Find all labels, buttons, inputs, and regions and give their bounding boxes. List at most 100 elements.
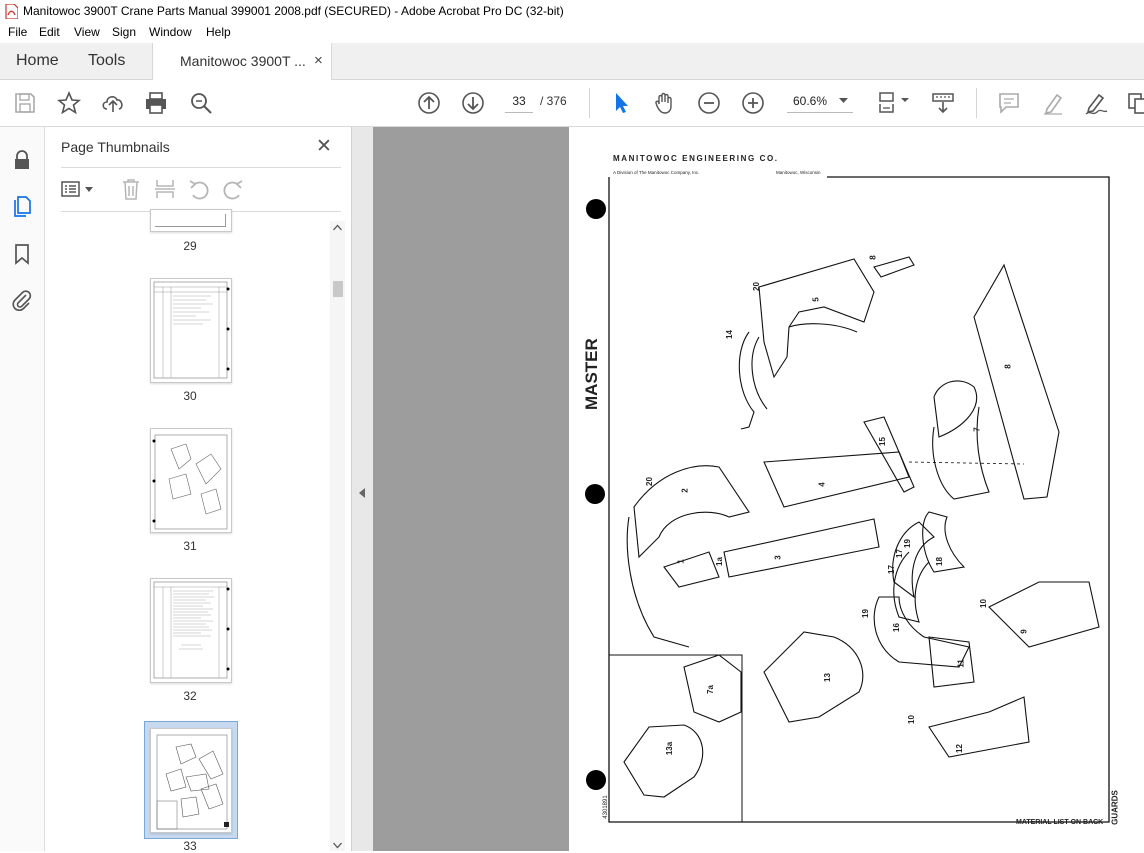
comment-icon[interactable] (996, 90, 1022, 116)
panel-title: Page Thumbnails (61, 139, 170, 155)
page-count: / 376 (540, 94, 567, 108)
document-header: MANITOWOC ENGINEERING CO. (613, 154, 779, 163)
toolbar-divider (976, 88, 977, 118)
part-number: 13a (665, 741, 675, 756)
part-number: 11 (956, 659, 966, 668)
print-icon[interactable] (143, 90, 169, 116)
prev-page-icon[interactable] (416, 90, 442, 116)
menu-window[interactable]: Window (149, 25, 192, 39)
master-label: MASTER (582, 338, 601, 410)
fit-page-icon[interactable] (876, 90, 912, 116)
part-number: 20 (751, 282, 761, 291)
collapse-panel-icon[interactable] (359, 488, 366, 498)
part-number: 13 (822, 673, 832, 682)
next-page-icon[interactable] (460, 90, 486, 116)
panel-divider (61, 167, 341, 168)
zoom-dropdown-icon[interactable] (839, 98, 848, 104)
scrollbar-thumb[interactable] (333, 281, 343, 297)
document-subheader-left: A Division of The Manitowoc Company, Inc… (613, 170, 700, 175)
hand-icon[interactable] (652, 90, 678, 116)
part-number: 19 (860, 609, 870, 618)
document-subheader-right: Manitowoc, Wisconsin (776, 170, 821, 175)
sign-icon[interactable] (1083, 90, 1109, 116)
page-number-input[interactable]: 33 (505, 90, 533, 113)
panel-splitter[interactable] (351, 127, 374, 851)
part-number: 5 (811, 297, 821, 302)
zoom-search-icon[interactable] (188, 90, 214, 116)
material-list-note: MATERIAL LIST ON BACK (1016, 819, 1104, 826)
page-thumbnail-29[interactable] (150, 209, 232, 232)
close-tab-icon[interactable]: × (314, 52, 323, 69)
thumbnail-label: 30 (183, 389, 197, 403)
more-tools-icon[interactable] (1125, 90, 1144, 116)
zoom-in-icon[interactable] (740, 90, 766, 116)
drawing-number: 4301891 (603, 795, 609, 819)
tab-document-label: Manitowoc 3900T ... (180, 53, 306, 69)
pdf-page: MANITOWOC ENGINEERING CO. A Division of … (569, 127, 1144, 851)
thumbnail-label: 32 (183, 689, 197, 703)
tab-home[interactable]: Home (16, 43, 59, 79)
navigation-rail (0, 127, 45, 851)
part-number: 3 (773, 555, 783, 560)
part-number: 17 (886, 565, 896, 574)
page-thumbnails-icon[interactable] (10, 194, 34, 218)
part-number: 1a (714, 557, 724, 566)
part-number: 9 (1019, 629, 1029, 634)
thumbnail-scrollbar[interactable] (330, 221, 345, 851)
part-number: 10 (978, 599, 988, 608)
bookmarks-icon[interactable] (10, 242, 34, 266)
upload-icon[interactable] (100, 90, 126, 116)
part-number: 12 (954, 744, 964, 753)
scroll-mode-icon[interactable] (930, 90, 956, 116)
menu-help[interactable]: Help (206, 25, 231, 39)
zoom-level-select[interactable]: 60.6% (787, 90, 853, 113)
menu-edit[interactable]: Edit (39, 25, 60, 39)
save-icon[interactable] (12, 90, 38, 116)
rotate-left-icon[interactable] (188, 178, 210, 200)
acrobat-app-icon (5, 4, 18, 19)
parts-drawing (585, 176, 1110, 823)
tab-document[interactable]: Manitowoc 3900T ... × (152, 43, 332, 80)
toolbar-divider (589, 88, 590, 118)
scroll-down-icon[interactable] (333, 842, 342, 849)
toolbar: 33 / 376 60.6% (0, 80, 1144, 127)
tab-tools[interactable]: Tools (88, 43, 125, 79)
close-panel-icon[interactable]: ✕ (316, 135, 332, 158)
page-thumbnail-33[interactable] (150, 728, 232, 833)
part-number: 2 (680, 488, 690, 493)
thumbnail-options-icon[interactable] (61, 180, 97, 198)
lock-icon[interactable] (10, 148, 34, 172)
page-thumbnail-31[interactable] (150, 428, 232, 533)
menu-view[interactable]: View (74, 25, 100, 39)
menu-file[interactable]: File (8, 25, 27, 39)
part-number: 7a (705, 685, 715, 694)
part-number: 10 (906, 715, 916, 724)
title-bar: Manitowoc 3900T Crane Parts Manual 39900… (0, 0, 1144, 23)
part-number: 8 (868, 255, 878, 260)
part-number: 16 (891, 623, 901, 632)
extract-pages-icon[interactable] (154, 178, 176, 200)
thumbnail-label: 31 (183, 539, 197, 553)
part-number: 14 (724, 330, 734, 339)
scroll-up-icon[interactable] (333, 224, 342, 231)
page-thumbnail-30[interactable] (150, 278, 232, 383)
thumbnail-label: 29 (183, 239, 197, 253)
part-number: 17 (894, 549, 904, 558)
zoom-level-value: 60.6% (793, 94, 828, 108)
delete-page-icon[interactable] (121, 178, 141, 200)
zoom-out-icon[interactable] (696, 90, 722, 116)
page-thumbnail-32[interactable] (150, 578, 232, 683)
part-number: 1 (676, 559, 686, 564)
part-number: 15 (877, 437, 887, 446)
rotate-right-icon[interactable] (222, 178, 244, 200)
part-number: 18 (934, 557, 944, 566)
part-number: 20 (644, 477, 654, 486)
menu-bar: File Edit View Sign Window Help (0, 23, 1144, 43)
select-cursor-icon[interactable] (608, 90, 634, 116)
tab-bar: Home Tools Manitowoc 3900T ... × (0, 43, 1144, 80)
menu-sign[interactable]: Sign (112, 25, 136, 39)
window-title: Manitowoc 3900T Crane Parts Manual 39900… (23, 4, 564, 18)
bookmark-star-icon[interactable] (56, 90, 82, 116)
highlight-icon[interactable] (1040, 90, 1066, 116)
attachments-icon[interactable] (10, 288, 34, 312)
